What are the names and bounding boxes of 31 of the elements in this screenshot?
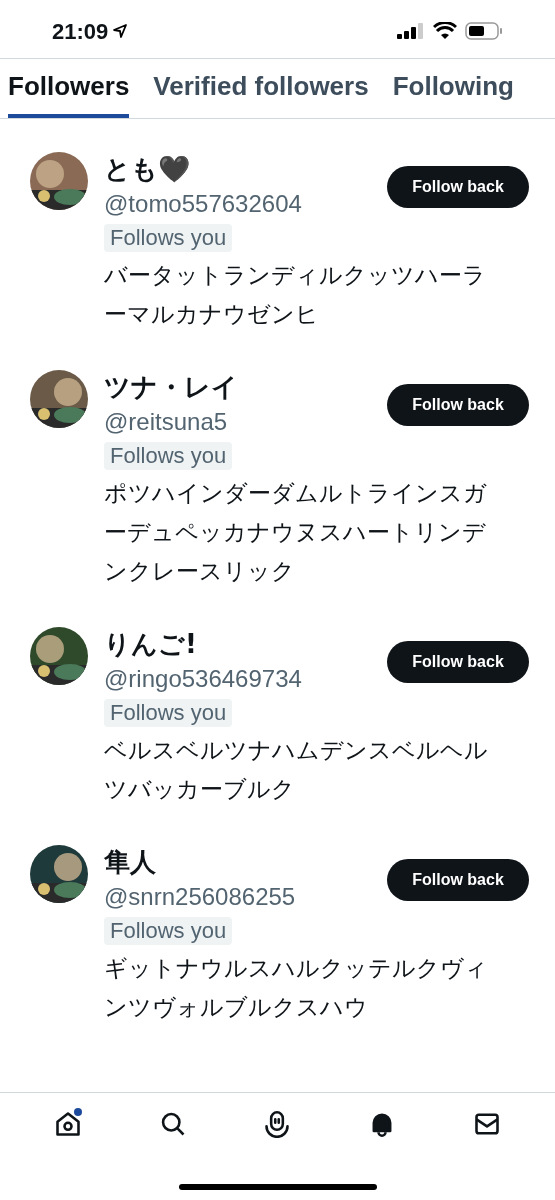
follows-you-label: Follows you — [104, 224, 233, 252]
user-bio: ポツハインダーダムルトラインスガーデュペッカナウヌスハートリンデンクレースリック — [104, 479, 488, 586]
user-bio: バータットランディルクッツハーラーマルカナウゼンヒ — [104, 261, 487, 329]
follow-back-button[interactable]: Follow back — [387, 166, 529, 208]
user-bio: ギットナウルスハルクッテルクヴィンツヴォルブルクスハウ — [104, 954, 489, 1022]
location-arrow-icon — [112, 23, 129, 39]
envelope-icon[interactable] — [472, 1110, 501, 1138]
tab[interactable]: Following — [392, 67, 514, 118]
user-name: 隼人 — [104, 846, 156, 879]
user-handle: @reitsuna5 — [104, 407, 228, 437]
user-handle: @tomo557632604 — [104, 189, 302, 219]
follows-you-label: Follows you — [104, 442, 233, 470]
status-time: 21:09 — [52, 17, 109, 46]
follows-you-label: Follows you — [104, 917, 233, 945]
user-name: とも🖤 — [104, 153, 190, 186]
user-handle: @snrn256086255 — [104, 882, 296, 912]
tab[interactable]: Verified followers — [153, 67, 369, 118]
wifi-icon — [433, 22, 457, 40]
home-icon[interactable] — [54, 1110, 83, 1138]
battery-icon — [465, 22, 503, 40]
follows-you-label: Follows you — [104, 699, 233, 727]
follow-back-button[interactable]: Follow back — [387, 641, 529, 683]
user-name: ツナ・レイ — [104, 371, 238, 404]
user-bio: ベルスベルツナハムデンスベルヘルツバッカーブルク — [104, 736, 489, 804]
follow-back-button[interactable]: Follow back — [387, 859, 529, 901]
follow-back-button[interactable]: Follow back — [387, 384, 529, 426]
user-handle: @ringo536469734 — [104, 664, 302, 694]
microphone-icon[interactable] — [263, 1110, 292, 1138]
user-name: りんご! — [104, 628, 197, 661]
tab[interactable]: Followers — [8, 67, 130, 118]
signal-icon — [397, 23, 425, 39]
